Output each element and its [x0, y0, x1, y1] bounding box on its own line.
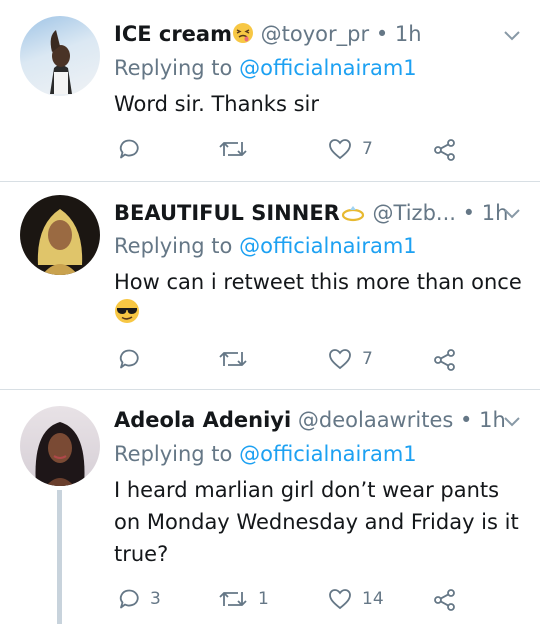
- replying-to: Replying to @officialnairam1: [114, 232, 417, 260]
- tweet-header: ICE cream @toyor_pr • 1h: [114, 20, 422, 51]
- reply-icon: [119, 349, 139, 369]
- like-button[interactable]: 14: [328, 588, 384, 610]
- replying-to: Replying to @officialnairam1: [114, 440, 417, 468]
- like-icon: [329, 589, 351, 610]
- retweet-icon: [219, 352, 247, 366]
- avatar-photo: [50, 30, 72, 94]
- reply-icon: [119, 589, 139, 609]
- reply-button[interactable]: [118, 348, 150, 370]
- retweet-icon: [219, 592, 247, 606]
- user-handle[interactable]: @Tizb...: [373, 201, 456, 225]
- mention-link[interactable]: @officialnairam1: [239, 56, 417, 80]
- timestamp[interactable]: 1h: [479, 408, 506, 432]
- tweet-header: BEAUTIFUL SINNER @Tizb... • 1h: [114, 199, 508, 230]
- nauseated-face-emoji: [232, 22, 254, 51]
- like-count: 7: [362, 139, 373, 159]
- avatar[interactable]: [20, 16, 100, 96]
- tweet-text-content: How can i retweet this more than once: [114, 270, 522, 294]
- reply-count: 3: [150, 589, 161, 609]
- replying-to-label: Replying to: [114, 56, 233, 80]
- timestamp[interactable]: 1h: [395, 22, 422, 46]
- tweet-text: I heard marlian girl don’t wear pants on…: [114, 478, 519, 566]
- user-handle[interactable]: @deolaawrites: [298, 408, 453, 432]
- like-button[interactable]: 7: [328, 138, 373, 160]
- separator-dot: •: [462, 201, 476, 225]
- avatar[interactable]: [20, 195, 100, 275]
- avatar-photo: [37, 209, 83, 275]
- display-name[interactable]: Adeola Adeniyi: [114, 408, 291, 432]
- like-icon: [329, 349, 351, 370]
- user-handle[interactable]: @toyor_pr: [261, 22, 369, 46]
- mention-link[interactable]: @officialnairam1: [239, 234, 417, 258]
- replying-to-label: Replying to: [114, 234, 233, 258]
- display-name[interactable]: ICE cream: [114, 22, 232, 46]
- ring-emoji: [340, 202, 366, 230]
- reply-button[interactable]: 3: [118, 588, 161, 610]
- display-name[interactable]: BEAUTIFUL SINNER: [114, 201, 340, 225]
- thread-connector: [57, 490, 62, 624]
- share-button[interactable]: [433, 588, 457, 612]
- replying-to-label: Replying to: [114, 442, 233, 466]
- retweet-button[interactable]: [218, 348, 258, 370]
- chevron-down-icon[interactable]: [503, 416, 521, 428]
- separator-dot: •: [460, 408, 473, 432]
- tweet-text: How can i retweet this more than once: [114, 266, 524, 333]
- retweet-icon: [219, 142, 247, 156]
- share-icon: [434, 349, 455, 371]
- chevron-down-icon[interactable]: [503, 30, 521, 42]
- chevron-down-icon[interactable]: [503, 208, 521, 220]
- tweet[interactable]: ICE cream @toyor_pr • 1h Replying to @of…: [0, 0, 540, 180]
- share-button[interactable]: [433, 138, 457, 162]
- retweet-button[interactable]: [218, 138, 258, 160]
- like-button[interactable]: 7: [328, 348, 373, 370]
- retweet-button[interactable]: 1: [218, 588, 269, 610]
- replying-to: Replying to @officialnairam1: [114, 54, 417, 82]
- share-icon: [434, 589, 455, 611]
- reply-icon: [119, 139, 139, 159]
- separator-dot: •: [375, 22, 389, 46]
- like-count: 14: [362, 589, 384, 609]
- avatar[interactable]: [20, 406, 100, 486]
- avatar-photo: [35, 422, 85, 486]
- mention-link[interactable]: @officialnairam1: [239, 442, 417, 466]
- tweet-text: Word sir. Thanks sir: [114, 92, 319, 116]
- share-button[interactable]: [433, 348, 457, 372]
- tweet[interactable]: Adeola Adeniyi @deolaawrites • 1h Replyi…: [0, 390, 540, 624]
- tweet-header: Adeola Adeniyi @deolaawrites • 1h: [114, 406, 506, 434]
- like-count: 7: [362, 349, 373, 369]
- share-icon: [434, 139, 455, 161]
- tweet[interactable]: BEAUTIFUL SINNER @Tizb... • 1h Replying …: [0, 182, 540, 388]
- sunglasses-face-emoji: [114, 298, 140, 333]
- reply-button[interactable]: [118, 138, 150, 160]
- like-icon: [329, 139, 351, 160]
- retweet-count: 1: [258, 589, 269, 609]
